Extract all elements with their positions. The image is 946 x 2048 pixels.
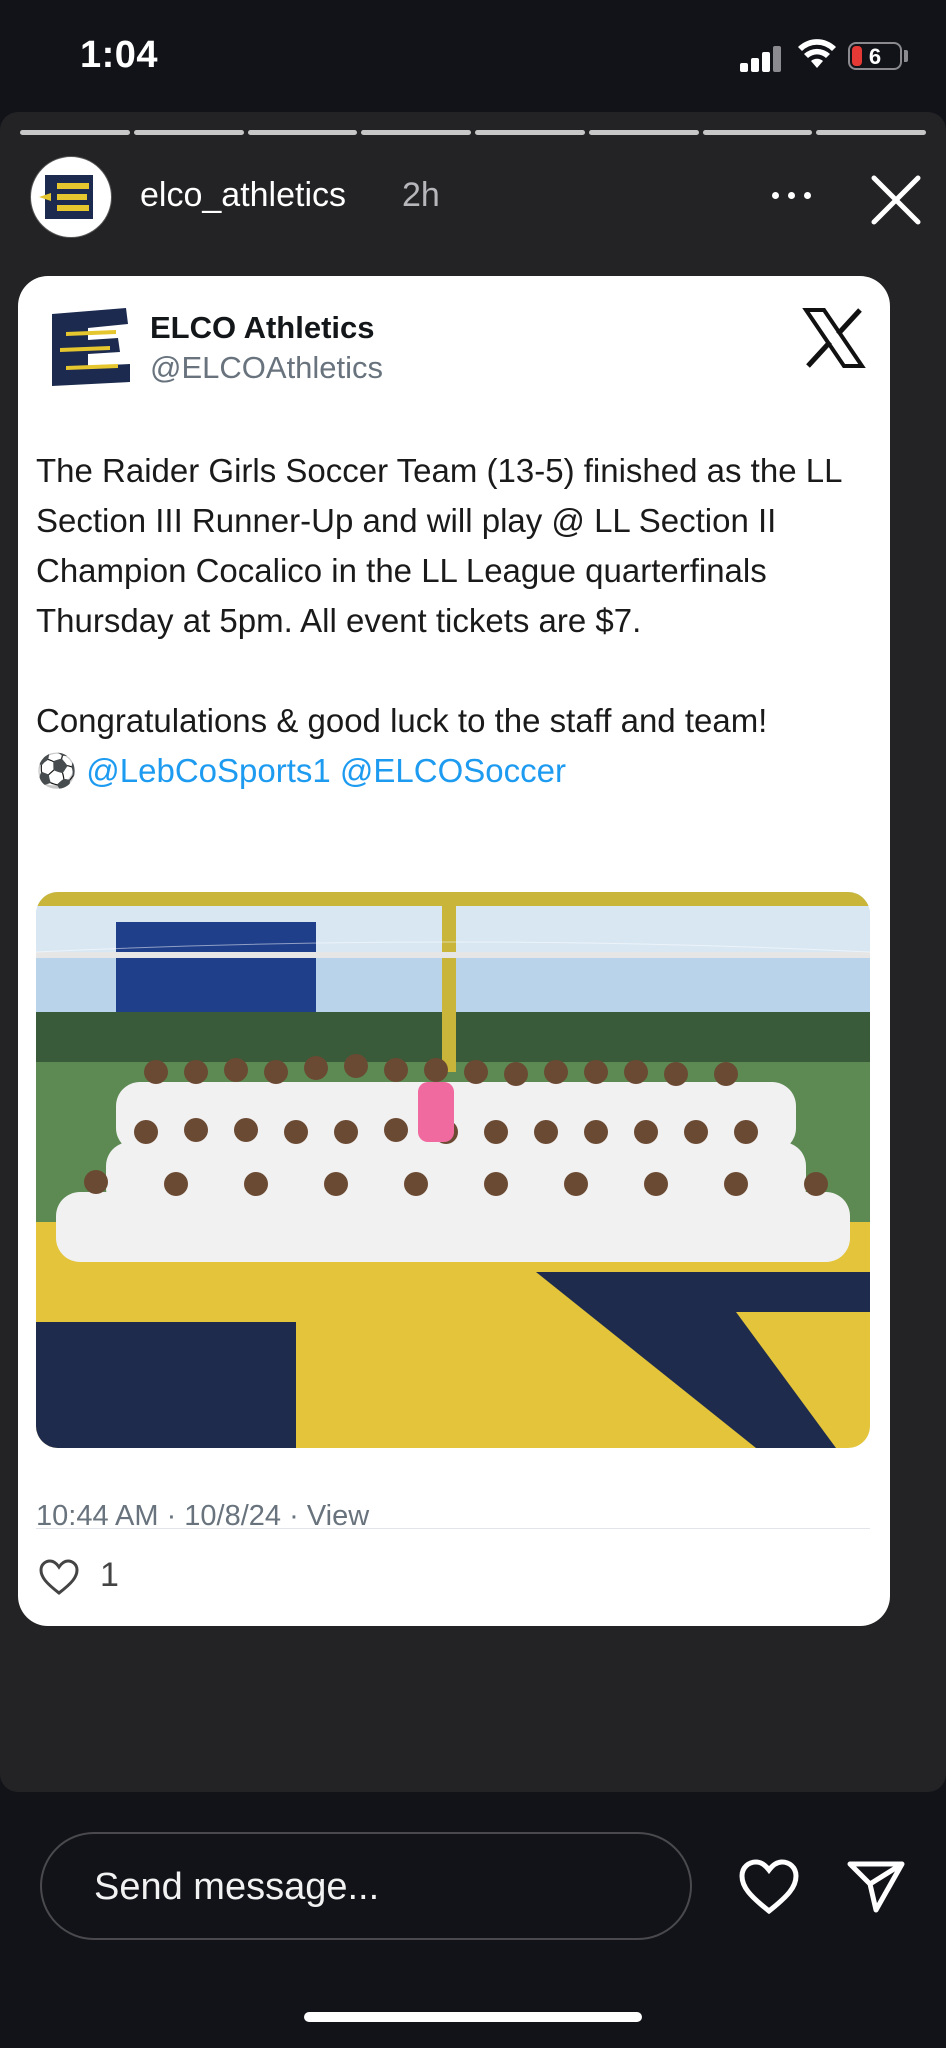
- soccer-ball-emoji: ⚽: [36, 752, 78, 789]
- progress-segment: [361, 130, 471, 135]
- like-story-heart-icon[interactable]: [738, 1858, 800, 1916]
- message-input[interactable]: [92, 1834, 656, 1940]
- status-time: 1:04: [80, 34, 159, 76]
- progress-segment: [816, 130, 926, 135]
- tweet-handle[interactable]: @ELCOAthletics: [150, 350, 383, 386]
- send-icon[interactable]: [846, 1858, 906, 1914]
- x-logo-icon: [802, 308, 866, 368]
- wifi-icon: [798, 39, 836, 68]
- divider: [36, 1528, 870, 1529]
- progress-segment: [475, 130, 585, 135]
- battery-icon: 6: [848, 42, 902, 70]
- story-time-ago: 2h: [402, 176, 440, 214]
- send-message-field[interactable]: [40, 1832, 692, 1940]
- progress-segment: [20, 130, 130, 135]
- close-icon[interactable]: [868, 172, 924, 228]
- story-progress-bar: [20, 130, 926, 135]
- status-bar: 1:04 6: [0, 0, 946, 110]
- tweet-text: The Raider Girls Soccer Team (13-5) fini…: [36, 446, 882, 796]
- more-icon[interactable]: [772, 184, 822, 206]
- battery-level: 6: [868, 44, 882, 69]
- tweet-paragraph: Congratulations & good luck to the staff…: [36, 702, 768, 739]
- tweet-display-name[interactable]: ELCO Athletics: [150, 310, 375, 346]
- story-username[interactable]: elco_athletics: [140, 176, 346, 215]
- battery-tip: [904, 50, 908, 62]
- heart-icon[interactable]: [38, 1558, 80, 1596]
- progress-segment: [588, 130, 699, 135]
- home-indicator[interactable]: [304, 2012, 642, 2022]
- progress-segment: [247, 130, 358, 135]
- avatar[interactable]: [30, 156, 112, 238]
- like-count: 1: [100, 1556, 119, 1594]
- elco-logo-icon: [52, 308, 130, 386]
- mention-link[interactable]: @LebCoSports1: [86, 752, 330, 789]
- tweet-paragraph: The Raider Girls Soccer Team (13-5) fini…: [36, 452, 842, 639]
- mention-link[interactable]: @ELCOSoccer: [340, 752, 566, 789]
- cellular-signal-icon: [740, 42, 784, 72]
- team-photo[interactable]: [36, 892, 870, 1448]
- progress-segment: [133, 130, 244, 135]
- story-viewer[interactable]: elco_athletics 2h ELCO Athletics @ELCOAt…: [0, 112, 946, 1792]
- tweet-card[interactable]: ELCO Athletics @ELCOAthletics The Raider…: [18, 276, 890, 1626]
- elco-logo-icon: [39, 175, 93, 219]
- progress-segment: [702, 130, 813, 135]
